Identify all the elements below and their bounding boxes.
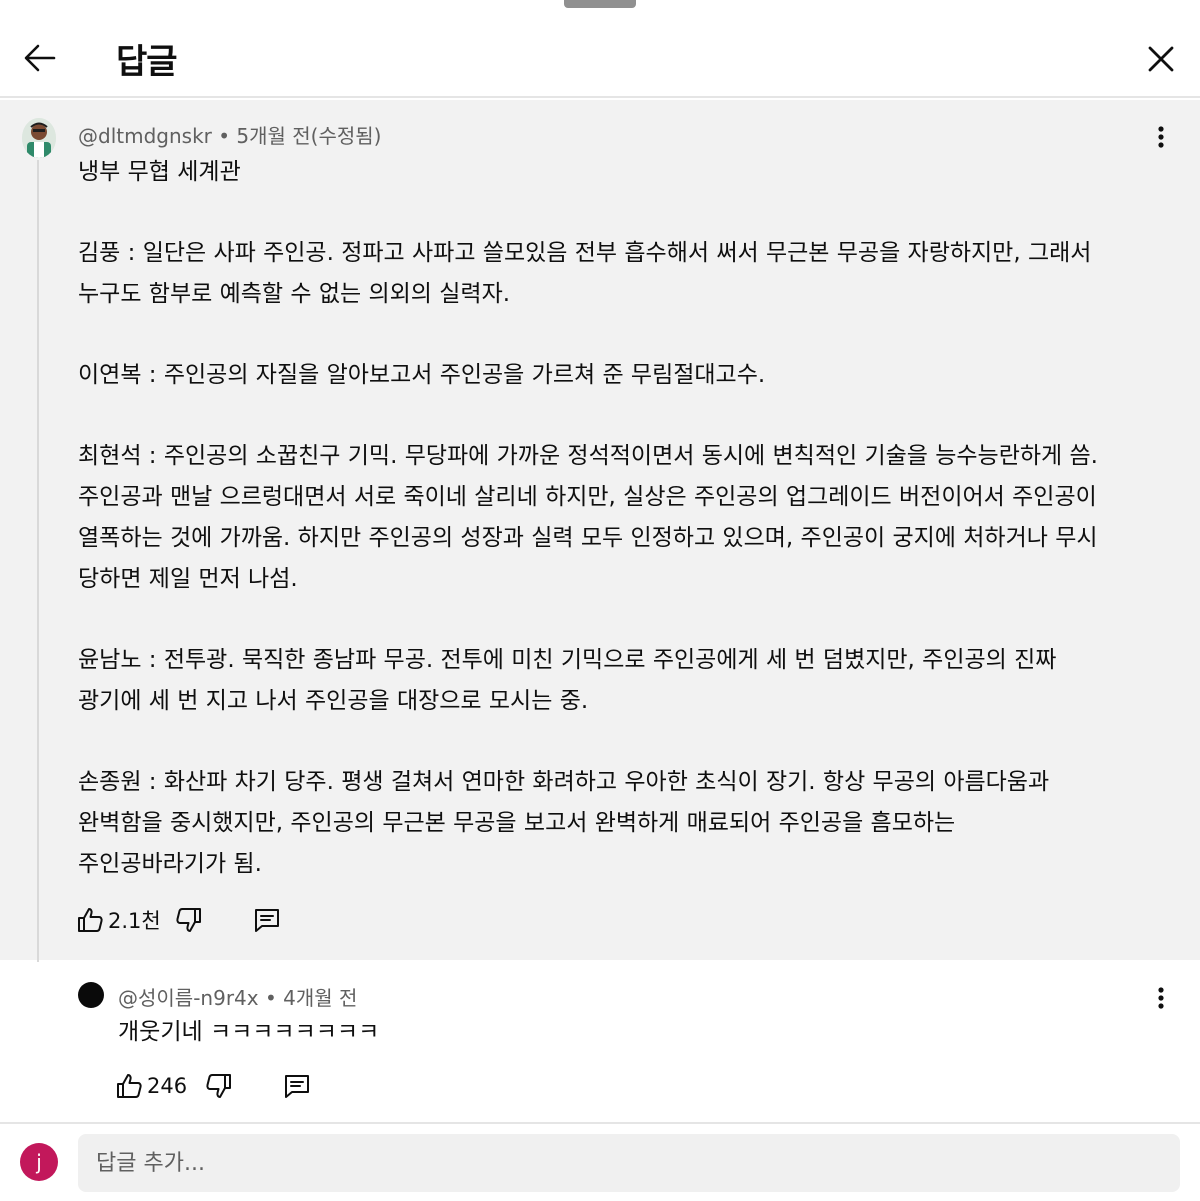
meta-separator: • [258,986,284,1010]
more-vert-icon [1158,126,1164,148]
thumb-down-icon [206,1074,232,1098]
reply-meta: @성이름-n9r4x • 4개월 전 [118,982,357,1011]
like-count: 2.1천 [108,909,161,933]
comment-line: 윤남노 : 전투광. 묵직한 종남파 무공. 전투에 미친 기믹으로 주인공에게… [78,647,1057,673]
reply-text: 개웃기네 ㅋㅋㅋㅋㅋㅋㅋㅋ [118,1019,380,1045]
reply-input[interactable] [78,1134,1180,1192]
reply-author[interactable]: @성이름-n9r4x [118,986,259,1010]
reply-button[interactable] [283,1072,311,1100]
comment-text: 냉부 무협 세계관 김풍 : 일단은 사파 주인공. 정파고 사파고 쓸모있음 … [78,152,1168,885]
comment-line: 최현석 : 주인공의 소꿉친구 기믹. 무당파에 가까운 정석적이면서 동시에 … [78,443,1098,469]
comment-line: 손종원 : 화산파 차기 당주. 평생 걸쳐서 연마한 화려하고 우아한 초식이… [78,769,1050,795]
close-button[interactable] [1140,38,1182,80]
thumb-down-icon [176,908,201,932]
current-user-avatar[interactable]: j [20,1143,58,1181]
comment-line-blank [78,315,1168,355]
like-button[interactable]: 246 [115,1072,187,1100]
page-title: 답글 [116,42,178,82]
reply-actions: 246 [115,1072,311,1100]
comment-actions: 2.1천 [76,905,281,935]
comment-line: 누구도 함부로 예측할 수 없는 의외의 실력자. [78,281,511,307]
comment-line: 냉부 무협 세계관 [78,159,241,185]
comment-line: 주인공바라기가 됨. [78,851,262,877]
drag-handle[interactable] [564,0,636,8]
dislike-button[interactable] [175,906,203,934]
comment-line-blank [78,193,1168,233]
more-vert-icon [1158,987,1164,1009]
comment-icon [254,909,279,932]
reply-button[interactable] [253,906,281,934]
comment-line-blank [78,396,1168,436]
comment-line-blank [78,722,1168,762]
comment-line: 당하면 제일 먼저 나섬. [78,566,298,592]
comment-more-button[interactable] [1146,117,1176,157]
like-count: 246 [147,1074,188,1098]
comment-line: 김풍 : 일단은 사파 주인공. 정파고 사파고 쓸모있음 전부 흡수해서 써서… [78,240,1092,266]
avatar[interactable] [22,118,56,158]
comment-icon [285,1075,310,1098]
arrow-left-icon [24,44,56,72]
back-button[interactable] [18,36,62,80]
reply-more-button[interactable] [1146,978,1176,1018]
comment-line: 광기에 세 번 지고 나서 주인공을 대장으로 모시는 중. [78,688,589,714]
meta-separator: • [211,124,237,148]
thumb-up-icon [117,1074,142,1098]
comment-time: 5개월 전(수정됨) [236,124,382,148]
like-button[interactable]: 2.1천 [76,905,161,935]
comment-line: 주인공과 맨날 으르렁대면서 서로 죽이네 살리네 하지만, 실상은 주인공의 … [78,484,1097,510]
thumb-up-icon [78,908,103,932]
reply-avatar[interactable] [78,982,104,1008]
comment-line: 완벽함을 중시했지만, 주인공의 무근본 무공을 보고서 완벽하게 매료되어 주… [78,810,956,836]
comment-meta: @dltmdgnskr • 5개월 전(수정됨) [78,120,381,149]
avatar-illustration-icon [22,118,56,158]
comment-line: 이연복 : 주인공의 자질을 알아보고서 주인공을 가르쳐 준 무림절대고수. [78,362,766,388]
header: 답글 [0,8,1200,98]
comment-line: 열폭하는 것에 가까움. 하지만 주인공의 성장과 실력 모두 인정하고 있으며… [78,525,1098,551]
reply-time: 4개월 전 [283,986,358,1010]
comment-author[interactable]: @dltmdgnskr [78,124,212,148]
comment-line-blank [78,600,1168,640]
dislike-button[interactable] [205,1072,233,1100]
close-icon [1148,46,1174,72]
